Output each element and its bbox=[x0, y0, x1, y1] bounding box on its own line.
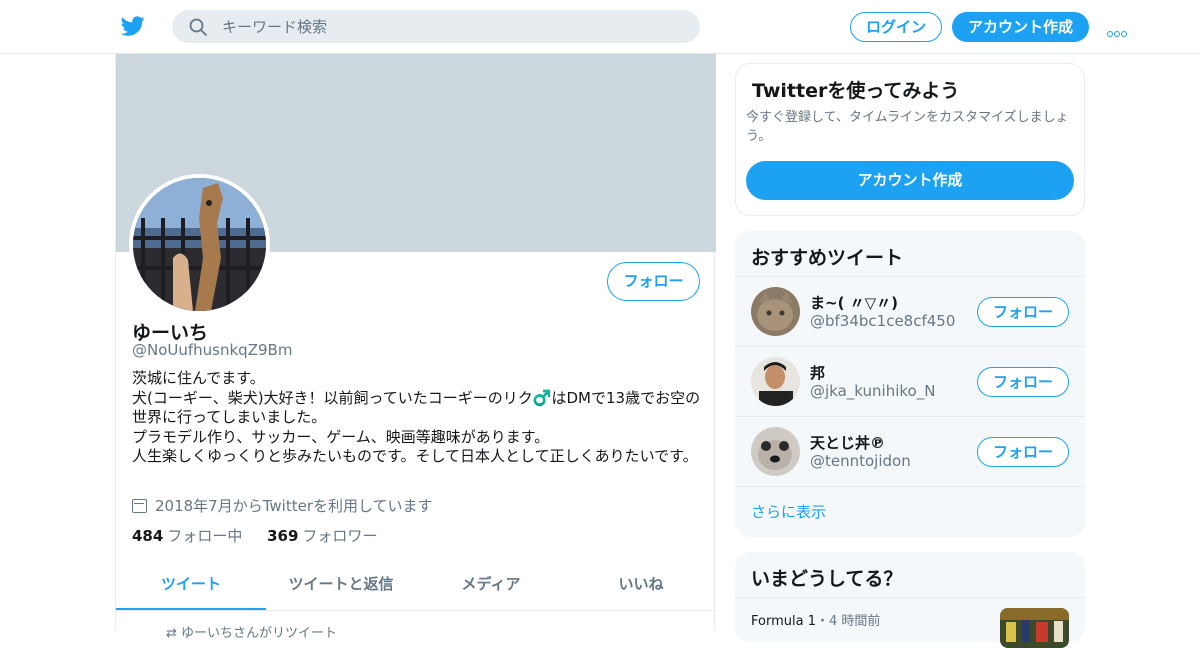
profile-column: フォロー ゆーいち @NoUufhusnkqZ9Bm 茨城に住んでます。 犬(コ… bbox=[115, 54, 716, 641]
tab-media[interactable]: メディア bbox=[416, 559, 566, 610]
retweet-icon: ⇄ bbox=[166, 626, 182, 641]
search-icon bbox=[189, 18, 207, 36]
recommended-title: おすすめツイート bbox=[751, 247, 904, 269]
trends-title: いまどうしてる？ bbox=[751, 568, 903, 590]
retweet-note: ⇄ ゆーいちさんがリツイート bbox=[166, 626, 338, 641]
signup-button[interactable]: アカウント作成 bbox=[952, 12, 1089, 42]
signup-card-button[interactable]: アカウント作成 bbox=[746, 161, 1074, 200]
login-button[interactable]: ログイン bbox=[850, 12, 942, 42]
profile-tabs: ツイート ツイートと返信 メディア いいね bbox=[116, 559, 716, 611]
account-handle[interactable]: @bf34bc1ce8cf450 bbox=[810, 312, 955, 330]
recommended-accounts-card: おすすめツイート ま~( 〃▽〃) @bf34bc1ce8cf450 フォロー … bbox=[735, 231, 1085, 537]
join-date: 2018年7月からTwitterを利用しています bbox=[132, 495, 433, 516]
show-more-link[interactable]: さらに表示 bbox=[751, 501, 826, 522]
giraffe-photo bbox=[133, 178, 266, 311]
account-name[interactable]: 天とじ丼℗ bbox=[810, 432, 885, 453]
follow-button[interactable]: フォロー bbox=[977, 437, 1069, 467]
trend-thumbnail[interactable] bbox=[1000, 608, 1069, 648]
signup-card: Twitterを使ってみよう 今すぐ登録して、タイムラインをカスタマイズしましょ… bbox=[735, 63, 1085, 216]
avatar[interactable] bbox=[751, 287, 800, 336]
tab-likes[interactable]: いいね bbox=[566, 559, 716, 610]
profile-avatar[interactable] bbox=[129, 174, 270, 315]
account-handle[interactable]: @jka_kunihiko_N bbox=[810, 382, 935, 400]
list-item[interactable]: ま~( 〃▽〃) @bf34bc1ce8cf450 フォロー bbox=[735, 276, 1085, 346]
search-box[interactable] bbox=[172, 10, 700, 43]
profile-bio: 茨城に住んでます。 犬(コーギー、柴犬)大好き！以前飼っていたコーギーのリク♂️… bbox=[132, 369, 701, 465]
list-item[interactable]: 天とじ丼℗ @tenntojidon フォロー bbox=[735, 416, 1085, 486]
trend-meta: Formula 1・4 時間前 bbox=[751, 614, 881, 629]
list-item[interactable]: 邦 @jka_kunihiko_N フォロー bbox=[735, 346, 1085, 416]
list-item[interactable]: Formula 1・4 時間前 bbox=[735, 597, 1085, 648]
avatar[interactable] bbox=[751, 357, 800, 406]
tab-tweets-and-replies[interactable]: ツイートと返信 bbox=[266, 559, 416, 610]
join-date-text: 2018年7月からTwitterを利用しています bbox=[155, 497, 433, 515]
trends-card: いまどうしてる？ Formula 1・4 時間前 bbox=[735, 552, 1085, 648]
signup-card-title: Twitterを使ってみよう bbox=[752, 80, 960, 102]
twitter-bird-icon[interactable] bbox=[120, 14, 146, 38]
signup-card-description: 今すぐ登録して、タイムラインをカスタマイズしましょう。 bbox=[746, 110, 1069, 144]
followers-stat[interactable]: 369 フォロワー bbox=[267, 527, 377, 545]
calendar-icon bbox=[132, 499, 147, 513]
top-navigation-bar: ログイン アカウント作成 bbox=[0, 0, 1200, 54]
person-photo bbox=[751, 357, 800, 406]
more-dots-icon[interactable] bbox=[1107, 22, 1131, 37]
race-photo bbox=[1000, 608, 1069, 648]
cat-photo bbox=[751, 287, 800, 336]
dog-photo bbox=[751, 427, 800, 476]
search-input[interactable] bbox=[222, 10, 682, 43]
account-name[interactable]: ま~( 〃▽〃) bbox=[810, 292, 898, 313]
account-name[interactable]: 邦 bbox=[810, 362, 825, 383]
tab-tweets[interactable]: ツイート bbox=[116, 559, 266, 610]
following-stat[interactable]: 484 フォロー中 bbox=[132, 527, 242, 545]
profile-stats: 484 フォロー中 369 フォロワー bbox=[132, 525, 397, 546]
follow-button[interactable]: フォロー bbox=[977, 367, 1069, 397]
account-handle[interactable]: @tenntojidon bbox=[810, 452, 911, 470]
follow-button[interactable]: フォロー bbox=[977, 297, 1069, 327]
follow-button[interactable]: フォロー bbox=[607, 262, 700, 301]
avatar[interactable] bbox=[751, 427, 800, 476]
profile-handle[interactable]: @NoUufhusnkqZ9Bm bbox=[132, 341, 292, 359]
